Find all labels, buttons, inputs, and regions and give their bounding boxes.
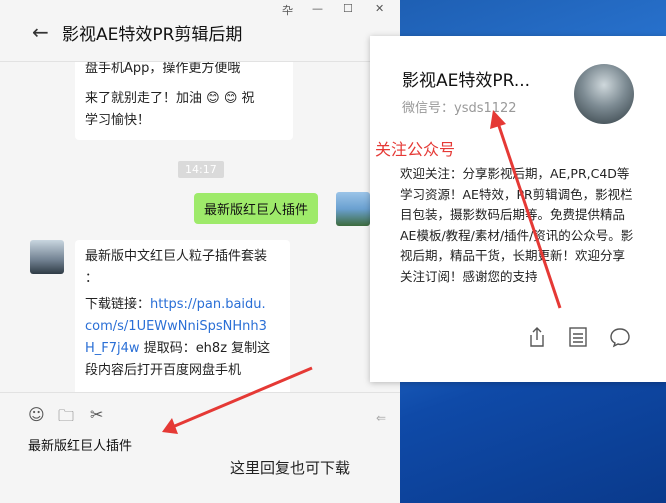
download-link[interactable]: com/s/1UEWwNniSpsNHnh3 bbox=[85, 316, 280, 338]
minimize-icon[interactable]: — bbox=[312, 2, 323, 15]
chat-window: ← 影视AE特效PR剪辑后期 卆 — ☐ ✕ 盘手机App，操作更方便哦 来了就… bbox=[0, 0, 400, 503]
message-line: 来了就别走了！加油 😊 😊 祝 bbox=[85, 91, 255, 106]
scissors-icon[interactable]: ✂ bbox=[90, 405, 103, 424]
message-line: ： bbox=[85, 271, 99, 286]
account-description: 欢迎关注：分享影视后期，AE,PR,C4D等学习资源！AE特效，PR剪辑调色，影… bbox=[400, 166, 634, 284]
message-icon[interactable] bbox=[609, 326, 631, 348]
input-area: ☺ 🗀 ✂ ⇐ 最新版红巨人插件 bbox=[0, 392, 400, 503]
download-link[interactable]: https://pan.baidu. bbox=[150, 297, 266, 312]
self-avatar[interactable] bbox=[336, 192, 370, 226]
share-icon[interactable] bbox=[526, 326, 548, 348]
message-line: 学习愉快！ bbox=[85, 113, 151, 128]
message-bubble: 盘手机App，操作更方便哦 来了就别走了！加油 😊 😊 祝 学习愉快！ bbox=[75, 62, 293, 140]
emoji-icon[interactable]: ☺ bbox=[28, 405, 45, 424]
account-name: 影视AE特效PR... bbox=[402, 71, 531, 91]
back-arrow-icon[interactable]: ← bbox=[32, 20, 49, 44]
chat-title: 影视AE特效PR剪辑后期 bbox=[62, 25, 243, 45]
message-line: 提取码：eh8z 复制这 bbox=[143, 341, 271, 356]
message-line: 下载链接： bbox=[85, 297, 151, 312]
reply-annotation: 这里回复也可下载 bbox=[230, 459, 351, 477]
maximize-icon[interactable]: ☐ bbox=[343, 2, 353, 15]
close-icon[interactable]: ✕ bbox=[375, 2, 384, 15]
message-timestamp: 14:17 bbox=[178, 161, 224, 178]
send-icon[interactable]: ⇐ bbox=[376, 411, 386, 425]
reply-message-bubble: 最新版中文红巨人粒子插件套装 ： 下载链接：https://pan.baidu.… bbox=[75, 240, 290, 392]
message-list[interactable]: 盘手机App，操作更方便哦 来了就别走了！加油 😊 😊 祝 学习愉快！ 14:1… bbox=[0, 62, 400, 392]
message-line: 段内容后打开百度网盘手机 bbox=[85, 363, 242, 378]
self-message-bubble[interactable]: 最新版红巨人插件 bbox=[194, 193, 319, 224]
history-icon[interactable] bbox=[567, 326, 589, 348]
contact-avatar[interactable] bbox=[30, 240, 64, 274]
download-link[interactable]: H_F7j4w bbox=[85, 341, 140, 356]
message-line: 盘手机App，操作更方便哦 bbox=[85, 62, 241, 76]
follow-annotation: 关注公众号 bbox=[375, 140, 456, 159]
message-line: 最新版中文红巨人粒子插件套装 bbox=[85, 249, 268, 264]
account-avatar[interactable] bbox=[574, 64, 634, 124]
wechat-id: 微信号：ysds1122 bbox=[402, 101, 517, 116]
message-input[interactable]: 最新版红巨人插件 bbox=[28, 435, 132, 454]
pin-icon[interactable]: 卆 bbox=[282, 2, 293, 18]
folder-icon[interactable]: 🗀 bbox=[58, 405, 74, 432]
title-bar: ← 影视AE特效PR剪辑后期 卆 — ☐ ✕ bbox=[0, 0, 400, 62]
profile-card: 影视AE特效PR... 微信号：ysds1122 欢迎关注：分享影视后期，AE,… bbox=[370, 36, 666, 382]
